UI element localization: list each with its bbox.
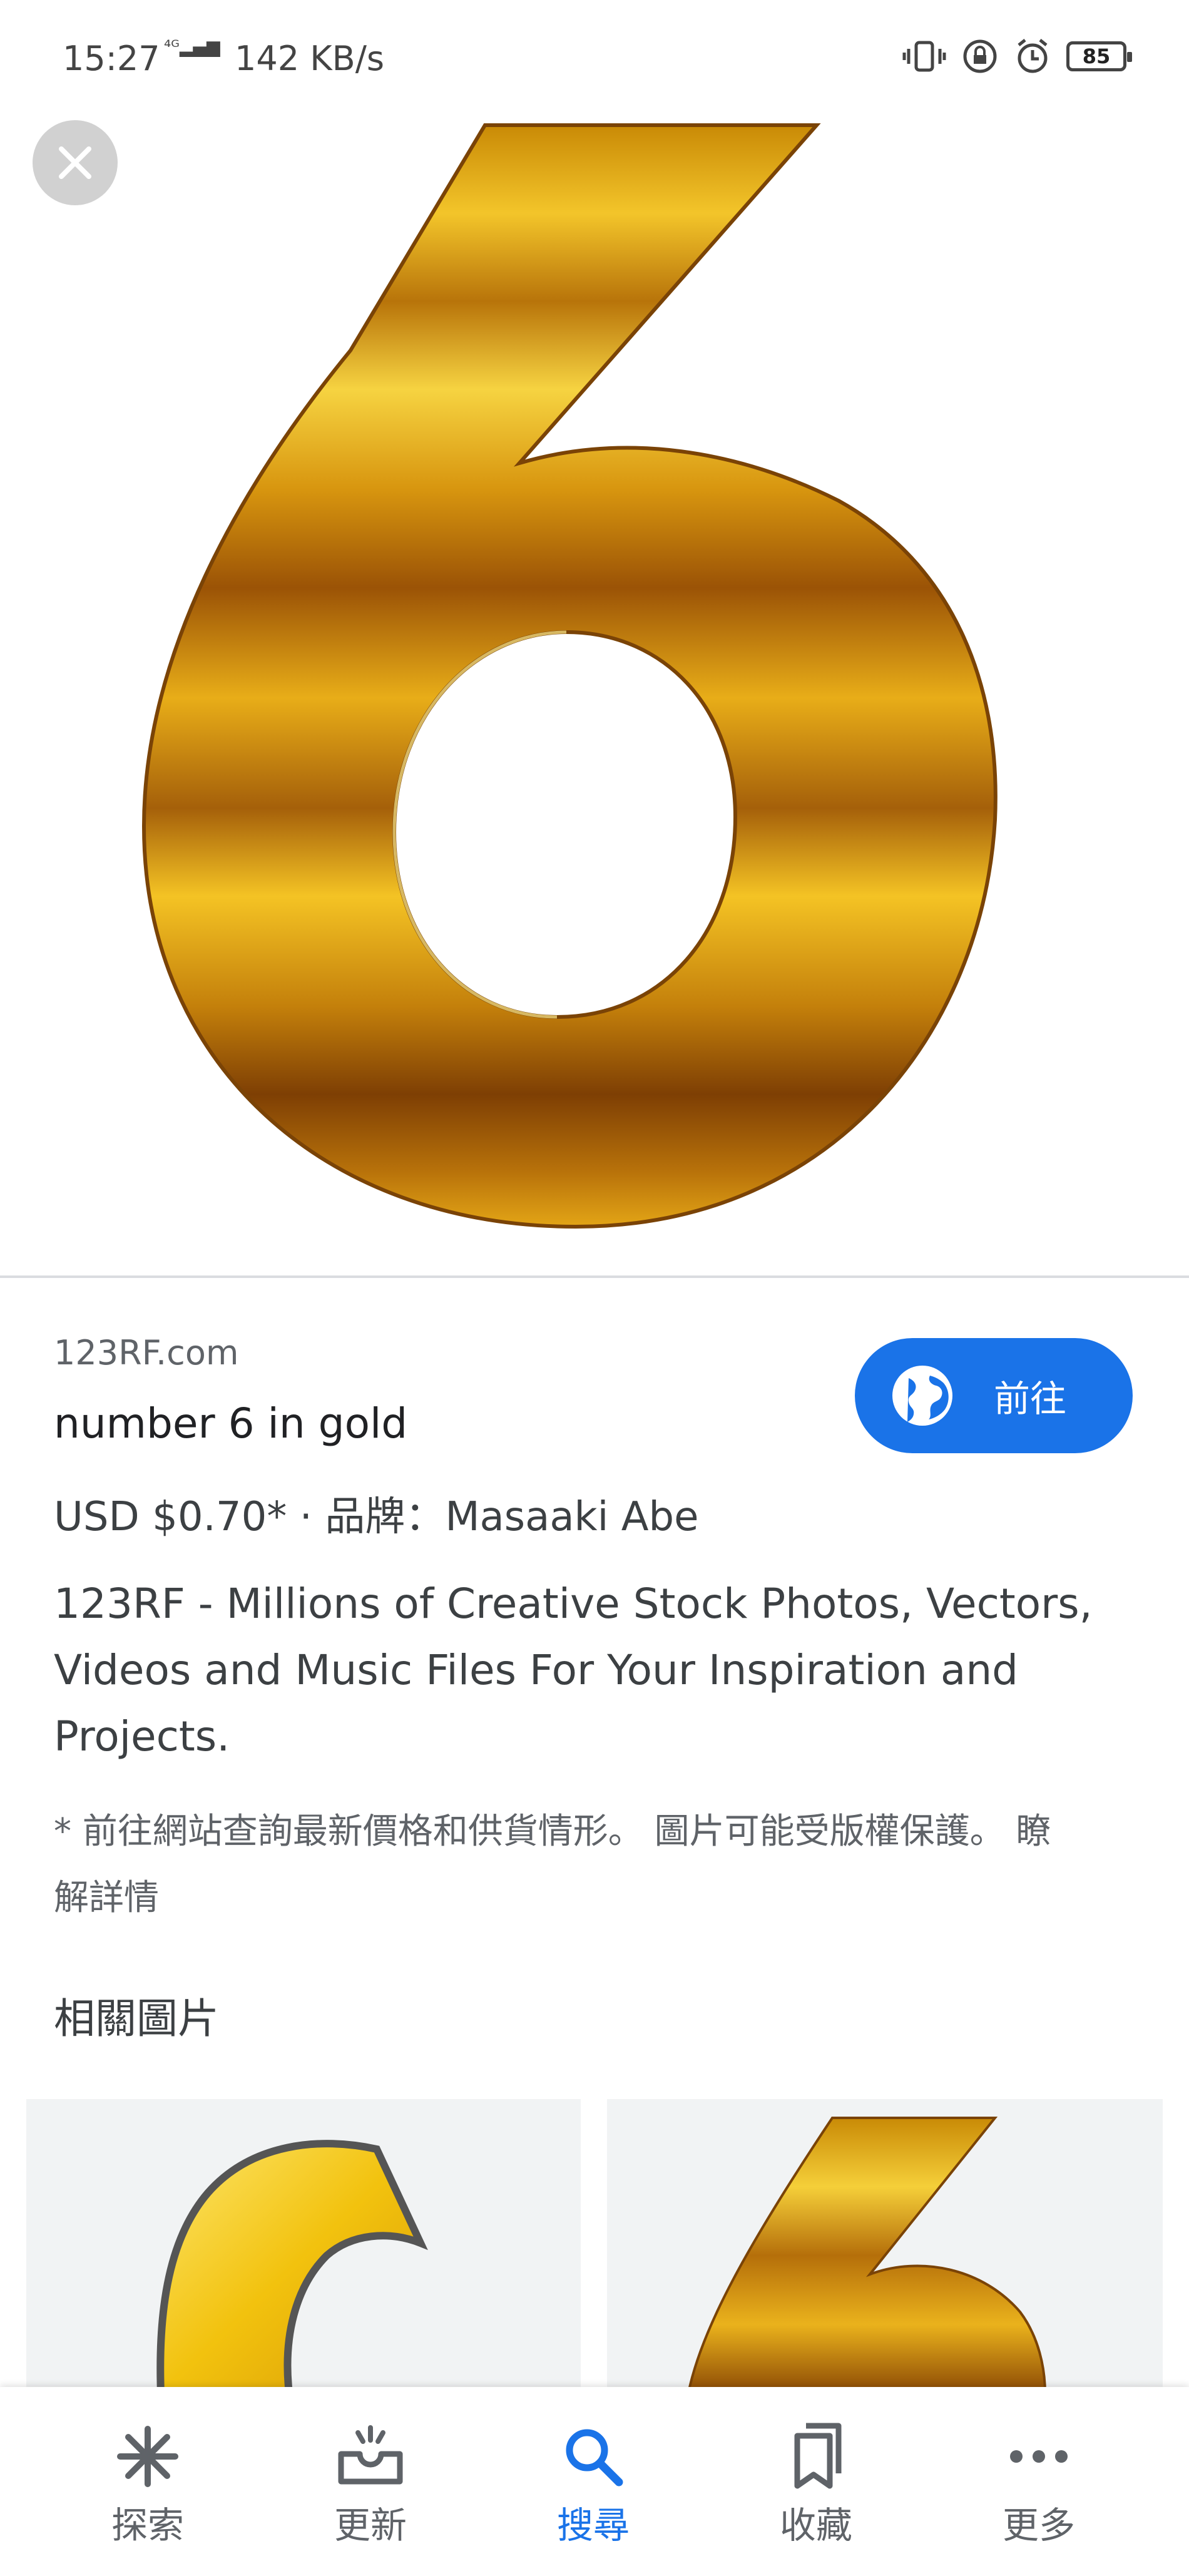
nav-item-more[interactable]: 更多 [964, 2422, 1114, 2548]
asterisk-icon [117, 2426, 178, 2487]
status-time: 15:27 [63, 39, 160, 78]
search-icon [566, 2429, 623, 2487]
hero-image[interactable] [0, 0, 1189, 1277]
nav-item-explore[interactable]: 探索 [73, 2422, 223, 2548]
nav-item-collections[interactable]: 收藏 [741, 2422, 891, 2548]
gold-six-thumbnail [688, 2117, 1046, 2388]
related-image-1[interactable] [26, 2099, 581, 2388]
nav-item-search[interactable]: 搜尋 [518, 2422, 668, 2548]
network-speed: 142 KB/s [235, 39, 385, 78]
updates-icon [338, 2425, 403, 2485]
alarm-icon [1018, 39, 1048, 73]
source-domain[interactable]: 123RF.com [54, 1333, 238, 1372]
close-icon [59, 146, 91, 179]
bottom-nav: 探索 更新 搜尋 收藏 更多 [0, 2387, 1189, 2576]
bookmarks-icon [794, 2423, 842, 2489]
gold-six-image [141, 123, 998, 1229]
nav-label: 更新 [334, 2504, 407, 2547]
vibrate-icon [902, 41, 946, 72]
divider [0, 1275, 1189, 1278]
close-button[interactable] [33, 120, 118, 205]
related-heading: 相關圖片 [54, 1995, 219, 2043]
status-icons: 85 [902, 38, 1132, 75]
copyright-note: * 前往網站查詢最新價格和供貨情形。 圖片可能受版權保護。 瞭解詳情 [54, 1811, 1051, 1918]
battery-level: 85 [1082, 44, 1111, 68]
price-brand: USD $0.70* · 品牌：Masaaki Abe [54, 1494, 699, 1540]
visit-label: 前往 [994, 1377, 1067, 1420]
lock-rotation-icon [963, 39, 997, 73]
nav-label: 更多 [1002, 2504, 1075, 2547]
related-image-2[interactable] [607, 2099, 1163, 2388]
nav-label: 收藏 [779, 2504, 852, 2547]
nav-label: 探索 [111, 2504, 184, 2547]
result-title[interactable]: number 6 in gold [54, 1399, 407, 1448]
status-bar: 15:27 ⁴ᴳ▂▄▆ 142 KB/s 85 [0, 0, 1189, 119]
nav-item-updates[interactable]: 更新 [295, 2422, 446, 2548]
result-description: 123RF - Millions of Creative Stock Photo… [54, 1580, 1093, 1761]
nav-label: 搜尋 [556, 2504, 630, 2547]
globe-icon [892, 1366, 952, 1426]
visit-button[interactable]: 前往 [855, 1338, 1133, 1453]
battery-icon: 85 [1066, 41, 1132, 71]
yellow-six-thumbnail [156, 2140, 428, 2388]
signal-icon: ⁴ᴳ▂▄▆ [164, 36, 220, 57]
more-icon [1010, 2450, 1068, 2463]
